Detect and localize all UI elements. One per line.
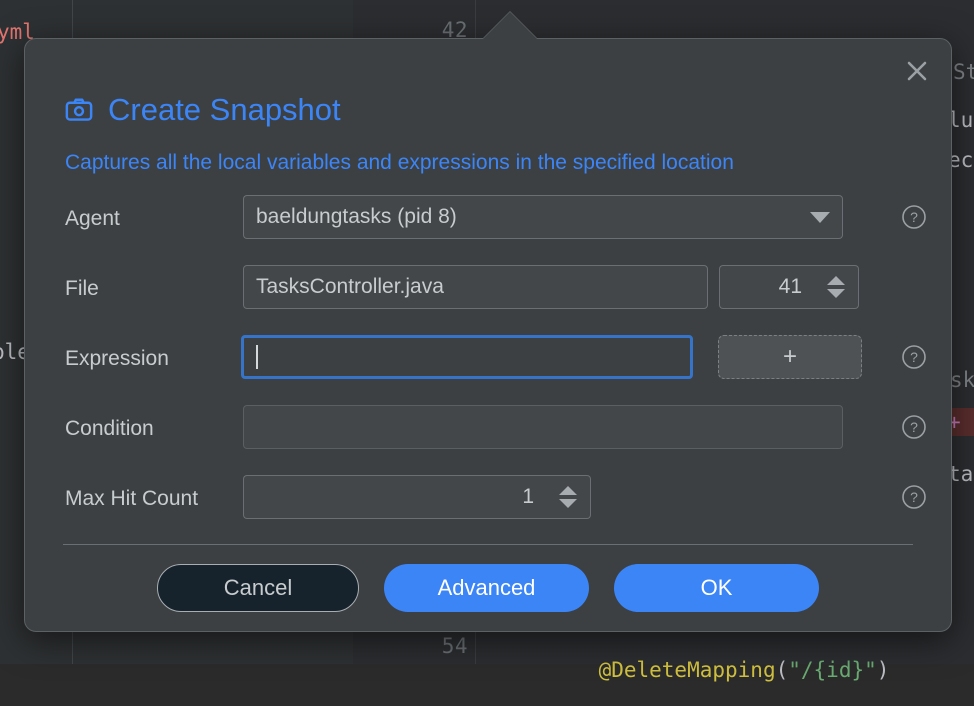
agent-dropdown-button[interactable] [798,195,843,239]
add-expression-button[interactable]: + [718,335,862,379]
condition-input[interactable] [243,405,843,449]
page-title: Create Snapshot [108,94,341,125]
svg-text:?: ? [910,209,918,225]
bg-annotation-token: @DeleteMapping [599,658,776,682]
cancel-button[interactable]: Cancel [157,564,359,612]
bg-right-fragment-4: sk [950,368,974,392]
chevron-down-icon [810,212,830,223]
help-icon: ? [901,204,927,230]
bg-string-token: "/{id}" [788,658,877,682]
file-label: File [65,277,99,301]
expression-input[interactable] [241,335,693,379]
svg-text:?: ? [910,419,918,435]
line-number-spinner[interactable]: 41 [719,265,859,309]
agent-help-button[interactable]: ? [901,204,927,230]
stepper-down-icon [559,499,577,508]
bg-line-number-54: 54 [358,634,468,658]
agent-combobox[interactable]: baeldungtasks (pid 8) [243,195,843,239]
close-button[interactable] [901,55,933,87]
svg-text:?: ? [910,489,918,505]
create-snapshot-dialog: Create Snapshot Captures all the local v… [24,38,952,632]
line-number-input[interactable]: 41 [719,265,814,309]
condition-help-button[interactable]: ? [901,414,927,440]
ok-button[interactable]: OK [614,564,819,612]
bg-open-paren: ( [776,658,789,682]
dialog-subtitle: Captures all the local variables and exp… [65,151,734,175]
expression-input-wrap[interactable] [241,335,693,379]
svg-text:?: ? [910,349,918,365]
help-icon: ? [901,484,927,510]
close-icon [904,58,930,84]
max-hit-count-help-button[interactable]: ? [901,484,927,510]
form-row-file: File TasksController.java 41 [25,265,951,313]
footer-divider [63,544,913,545]
text-caret [256,345,258,369]
condition-label: Condition [65,417,154,441]
dialog-title-row: Create Snapshot [65,94,341,125]
expression-label: Expression [65,347,169,371]
bg-close-paren: ) [877,658,890,682]
line-number-stepper[interactable] [814,265,859,309]
bg-right-fragment-1: St [953,60,974,84]
form-row-expression: Expression + ? [25,335,951,383]
form-row-max-hit-count: Max Hit Count 1 ? [25,475,951,523]
stepper-down-icon [827,289,845,298]
agent-value[interactable]: baeldungtasks (pid 8) [243,195,798,239]
help-icon: ? [901,414,927,440]
snapshot-form: Agent baeldungtasks (pid 8) ? File Tasks… [25,195,951,545]
stepper-up-icon [559,486,577,495]
advanced-button[interactable]: Advanced [384,564,589,612]
add-expression-wrap[interactable]: + [718,335,862,379]
dialog-button-row: Cancel Advanced OK [25,564,951,612]
camera-icon [65,96,93,124]
agent-label: Agent [65,207,120,231]
help-icon: ? [901,344,927,370]
stepper-up-icon [827,276,845,285]
form-row-condition: Condition ? [25,405,951,453]
file-input[interactable]: TasksController.java [243,265,708,309]
max-hit-count-stepper[interactable] [546,475,591,519]
max-hit-count-input[interactable]: 1 [243,475,546,519]
file-input-wrap[interactable]: TasksController.java [243,265,708,309]
form-row-agent: Agent baeldungtasks (pid 8) ? [25,195,951,243]
max-hit-count-spinner[interactable]: 1 [243,475,591,519]
expression-help-button[interactable]: ? [901,344,927,370]
max-hit-count-label: Max Hit Count [65,487,198,511]
dialog-pointer-notch [482,12,538,40]
condition-input-wrap[interactable] [243,405,843,449]
